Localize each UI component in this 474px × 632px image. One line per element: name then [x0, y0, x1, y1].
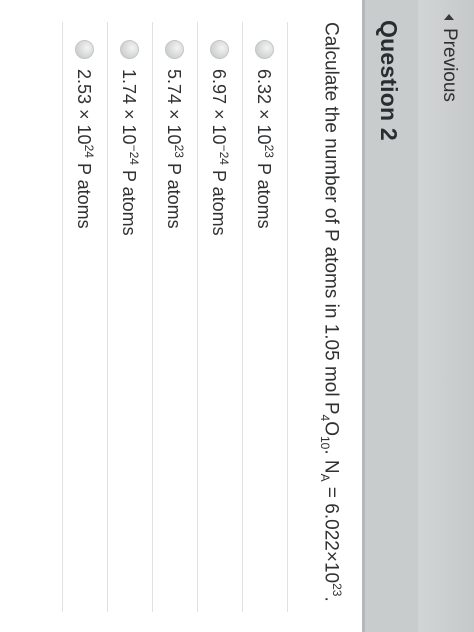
rotated-screen: Previous Question 2 Calculate the number…	[0, 0, 474, 632]
answer-label: 6.97 × 10−24 P atoms	[209, 69, 232, 236]
answer-label: 1.74 × 10−24 P atoms	[119, 69, 142, 236]
answer-list: 6.32 × 1023 P atoms 6.97 × 10−24 P atoms…	[62, 22, 288, 612]
answer-option[interactable]: 5.74 × 1023 P atoms	[153, 22, 198, 612]
question-body: Calculate the number of P atoms in 1.05 …	[0, 0, 362, 632]
question-text: Calculate the number of P atoms in 1.05 …	[318, 22, 344, 602]
previous-button[interactable]: Previous	[432, 8, 466, 108]
question-card: Question 2 Calculate the number of P ato…	[0, 0, 418, 632]
answer-option[interactable]: 6.97 × 10−24 P atoms	[198, 22, 243, 612]
question-text-suffix: = 6.022×10	[320, 481, 342, 584]
radio-button-icon[interactable]	[255, 40, 275, 59]
answer-option[interactable]: 2.53 × 1024 P atoms	[62, 22, 108, 612]
avogadro-subscript: A	[317, 473, 332, 482]
header-divider	[362, 0, 365, 632]
radio-button-icon[interactable]	[120, 40, 140, 59]
answer-label: 6.32 × 1023 P atoms	[254, 69, 277, 229]
radio-button-icon[interactable]	[75, 40, 95, 59]
avogadro-exponent: 23	[330, 583, 344, 597]
answer-option[interactable]: 6.32 × 1023 P atoms	[243, 22, 288, 612]
radio-button-icon[interactable]	[210, 40, 230, 59]
answer-option[interactable]: 1.74 × 10−24 P atoms	[108, 22, 153, 612]
previous-label: Previous	[439, 28, 460, 102]
radio-button-icon[interactable]	[165, 40, 185, 59]
question-end-punct: .	[320, 596, 342, 602]
answer-label: 5.74 × 1023 P atoms	[164, 69, 187, 229]
question-title: Question 2	[376, 20, 402, 141]
triangle-left-icon	[444, 14, 454, 20]
question-header: Question 2	[362, 0, 418, 632]
answer-label: 2.53 × 1024 P atoms	[74, 69, 97, 229]
formula-subscript-10: 10	[317, 436, 332, 450]
question-text-prefix: Calculate the number of P atoms in 1.05 …	[320, 22, 342, 415]
question-text-mid: . N	[320, 449, 342, 474]
formula-oxygen: O	[320, 421, 342, 436]
